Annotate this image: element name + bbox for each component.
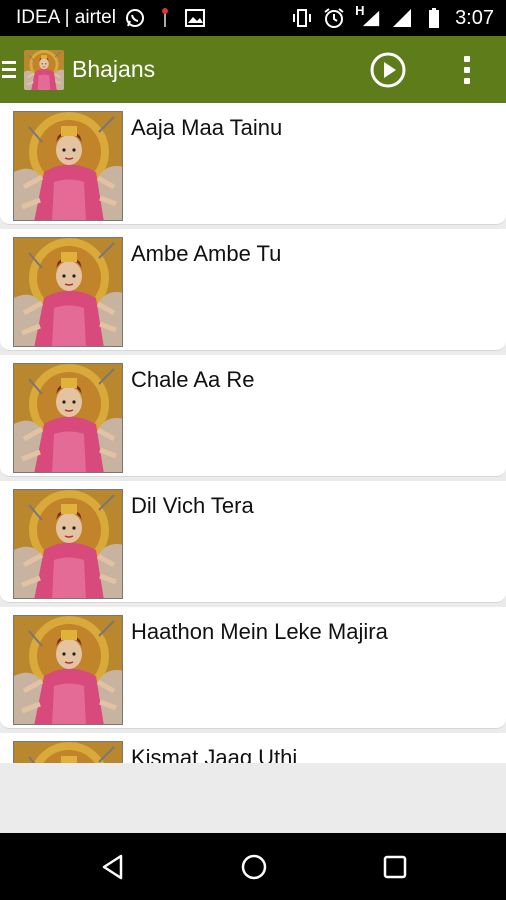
- song-list[interactable]: Aaja Maa Tainu Ambe Ambe Tu Chale Aa Re …: [0, 103, 506, 763]
- play-all-button[interactable]: [370, 52, 406, 88]
- whatsapp-icon: [124, 7, 146, 29]
- song-thumbnail: [13, 111, 123, 221]
- signal-h-icon: H: [355, 3, 381, 29]
- status-bar: IDEA | airtel H 3:07: [0, 0, 506, 36]
- list-item[interactable]: Dil Vich Tera: [0, 481, 506, 603]
- home-icon[interactable]: [240, 853, 268, 881]
- ad-area: [0, 763, 506, 833]
- song-thumbnail: [13, 237, 123, 347]
- overflow-menu-icon[interactable]: [458, 52, 476, 88]
- navigation-bar: [0, 833, 506, 900]
- song-thumbnail: [13, 363, 123, 473]
- signal-icon: [391, 7, 413, 29]
- vibrate-icon: [291, 7, 313, 29]
- alarm-icon: [323, 7, 345, 29]
- notification-icon: [154, 7, 176, 29]
- gallery-icon: [184, 7, 206, 29]
- song-thumbnail: [13, 489, 123, 599]
- clock: 3:07: [455, 6, 494, 29]
- song-thumbnail: [13, 741, 123, 763]
- song-title: Kismat Jaag Uthi: [131, 745, 298, 763]
- list-item[interactable]: Kismat Jaag Uthi: [0, 733, 506, 763]
- song-title: Ambe Ambe Tu: [131, 241, 282, 266]
- app-title: Bhajans: [72, 56, 156, 82]
- list-item[interactable]: Haathon Mein Leke Majira: [0, 607, 506, 729]
- network-type-label: H: [355, 3, 365, 18]
- song-thumbnail: [13, 615, 123, 725]
- list-item[interactable]: Aaja Maa Tainu: [0, 103, 506, 225]
- list-item[interactable]: Ambe Ambe Tu: [0, 229, 506, 351]
- app-bar: Bhajans: [0, 36, 506, 103]
- song-title: Aaja Maa Tainu: [131, 115, 283, 140]
- menu-icon[interactable]: [0, 61, 20, 78]
- song-title: Chale Aa Re: [131, 367, 255, 392]
- song-title: Haathon Mein Leke Majira: [131, 619, 388, 644]
- back-icon[interactable]: [99, 853, 127, 881]
- app-logo[interactable]: [24, 49, 64, 90]
- list-item[interactable]: Chale Aa Re: [0, 355, 506, 477]
- carrier-label: IDEA | airtel: [16, 7, 116, 28]
- song-title: Dil Vich Tera: [131, 493, 254, 518]
- play-circle-icon: [370, 52, 406, 88]
- battery-icon: [423, 7, 445, 29]
- recents-icon[interactable]: [381, 853, 409, 881]
